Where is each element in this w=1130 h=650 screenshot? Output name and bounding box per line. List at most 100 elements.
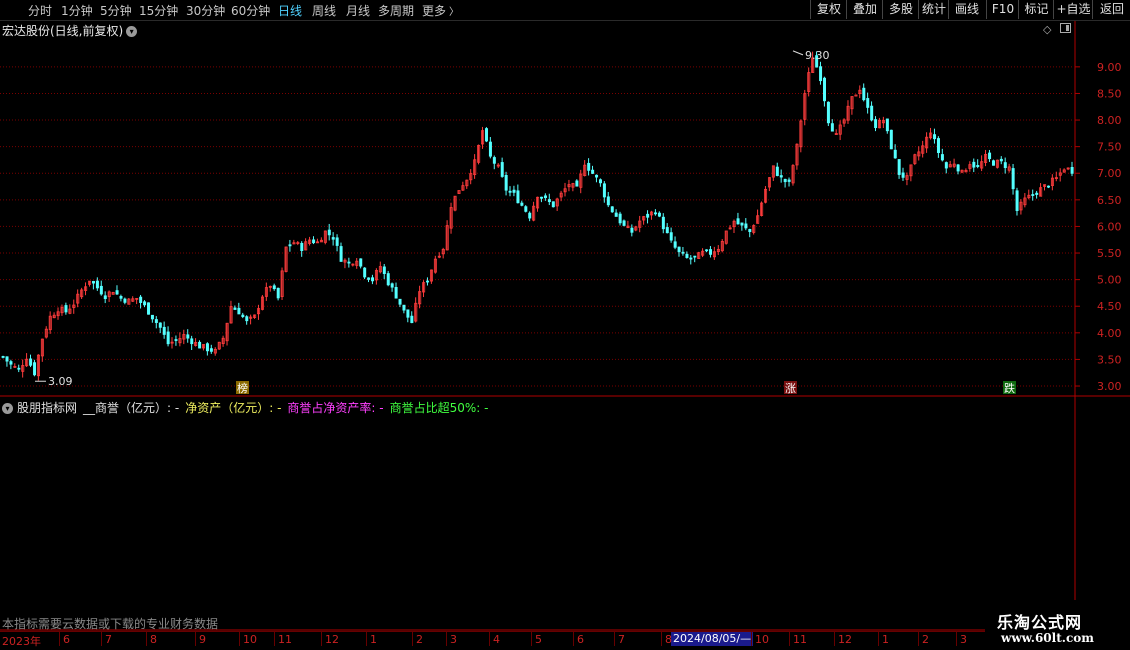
- watermark-url: www.60lt.com: [1001, 631, 1094, 645]
- candle-body: [115, 290, 119, 295]
- tab-timeframe-3[interactable]: 15分钟: [139, 2, 178, 19]
- candle-body: [575, 180, 579, 187]
- candle-body: [367, 277, 371, 280]
- watermark-title: 乐淘公式网: [997, 613, 1083, 632]
- tab-timeframe-2[interactable]: 5分钟: [100, 2, 132, 19]
- toolbar-button-3[interactable]: 统计: [918, 0, 949, 19]
- month-tick: [918, 632, 919, 646]
- tab-timeframe-6[interactable]: 日线: [278, 2, 302, 19]
- event-marker-label: 跌: [1004, 381, 1015, 395]
- candle-body: [685, 253, 689, 258]
- month-label: 3: [450, 633, 457, 646]
- period-toolbar: 分时 1分钟 5分钟 15分钟 30分钟 60分钟 日线 周线 月线 多周期 更多〉 复权 叠加 多股 统计…: [0, 0, 1130, 21]
- price-label: 8.00: [1097, 114, 1122, 127]
- candle-body: [520, 202, 524, 206]
- event-marker-label: 榜: [237, 381, 248, 395]
- indicator-name[interactable]: 股朋指标网: [17, 401, 77, 415]
- candle-body: [988, 152, 992, 160]
- toolbar-button-2[interactable]: 多股: [882, 0, 919, 19]
- month-label: 3: [960, 633, 967, 646]
- tab-timeframe-5[interactable]: 60分钟: [231, 2, 270, 19]
- candle-body: [410, 315, 414, 324]
- candle-body: [736, 218, 740, 225]
- tab-timeframe-0[interactable]: 分时: [28, 2, 52, 19]
- candle-body: [245, 316, 249, 322]
- candle-body: [885, 118, 889, 132]
- candle-body: [693, 255, 697, 258]
- candle-body: [591, 169, 595, 174]
- candle-body: [29, 358, 33, 366]
- month-tick: [489, 632, 490, 646]
- high-price-label: 9.30: [805, 49, 830, 62]
- toolbar-button-6[interactable]: 标记: [1018, 0, 1054, 19]
- candle-body: [740, 222, 744, 226]
- candle-body: [775, 166, 779, 176]
- month-label: 10: [755, 633, 769, 646]
- candle-body: [64, 305, 68, 313]
- price-label: 8.50: [1097, 87, 1122, 100]
- date-axis: 2023年 2024/08/05/— 6 7 8 9 10 11 12 1 2 3 4 5 6 7 8 10 1…: [0, 631, 1076, 648]
- candle-body: [33, 362, 37, 376]
- diamond-icon[interactable]: ◇: [1043, 23, 1051, 36]
- toolbar-button-1[interactable]: 叠加: [846, 0, 883, 19]
- candle-body: [288, 244, 292, 247]
- candle-body: [504, 174, 508, 191]
- indicator-title: ▾ 股朋指标网 __商誉（亿元）: - 净资产（亿元）: - 商誉占净资产率: - 商誉占…: [2, 399, 495, 416]
- month-label: 12: [838, 633, 852, 646]
- month-tick: [614, 632, 615, 646]
- candle-body: [657, 212, 661, 217]
- candle-body: [889, 129, 893, 150]
- toolbar-button-5[interactable]: F10: [986, 0, 1019, 19]
- month-tick: [956, 632, 957, 646]
- candle-body: [654, 212, 658, 215]
- month-label: 11: [793, 633, 807, 646]
- tab-timeframe-9[interactable]: 多周期: [378, 2, 414, 19]
- toolbar-button-7[interactable]: +自选: [1053, 0, 1093, 19]
- month-tick: [59, 632, 60, 646]
- candle-body: [166, 331, 170, 345]
- candle-body: [508, 190, 512, 193]
- chevron-down-icon[interactable]: ▾: [126, 26, 138, 37]
- candle-body: [897, 159, 901, 175]
- month-tick: [446, 632, 447, 646]
- month-label: 12: [325, 633, 339, 646]
- candle-body: [1011, 168, 1015, 190]
- candle-body: [205, 343, 209, 352]
- candle-body: [976, 165, 980, 168]
- candle-body: [209, 348, 213, 352]
- candle-body: [999, 158, 1003, 162]
- month-tick: [751, 632, 752, 646]
- candle-body: [956, 164, 960, 172]
- tab-timeframe-1[interactable]: 1分钟: [61, 2, 93, 19]
- price-label: 6.00: [1097, 220, 1122, 233]
- candle-body: [91, 281, 95, 284]
- toolbar-button-8[interactable]: 返回: [1092, 0, 1130, 19]
- candle-body: [823, 77, 827, 102]
- candle-body: [516, 190, 520, 204]
- candle-body: [371, 277, 375, 282]
- tab-timeframe-10[interactable]: 更多: [422, 2, 446, 19]
- watermark: 乐淘公式网 www.60lt.com: [985, 606, 1130, 650]
- candle-body: [394, 287, 398, 299]
- panel-toggle-icon[interactable]: [1060, 23, 1071, 33]
- indicator-menu-icon[interactable]: ▾: [2, 403, 13, 414]
- candle-body: [426, 280, 430, 283]
- candle-body: [598, 179, 602, 184]
- month-tick: [573, 632, 574, 646]
- candle-body: [936, 138, 940, 153]
- candle-body: [492, 157, 496, 164]
- toolbar-button-4[interactable]: 画线: [948, 0, 985, 19]
- tab-timeframe-4[interactable]: 30分钟: [186, 2, 225, 19]
- price-label: 3.00: [1097, 380, 1122, 393]
- price-label: 4.50: [1097, 300, 1122, 313]
- candle-body: [382, 266, 386, 274]
- candle-body: [143, 301, 147, 306]
- indicator-item-0: __商誉（亿元）: -: [83, 401, 180, 415]
- candle-body: [618, 213, 622, 224]
- toolbar-button-0[interactable]: 复权: [810, 0, 847, 19]
- candle-body: [312, 239, 316, 244]
- tab-timeframe-7[interactable]: 周线: [312, 2, 336, 19]
- tab-timeframe-8[interactable]: 月线: [346, 2, 370, 19]
- more-arrow-icon[interactable]: 〉: [449, 3, 459, 18]
- candle-body: [933, 134, 937, 140]
